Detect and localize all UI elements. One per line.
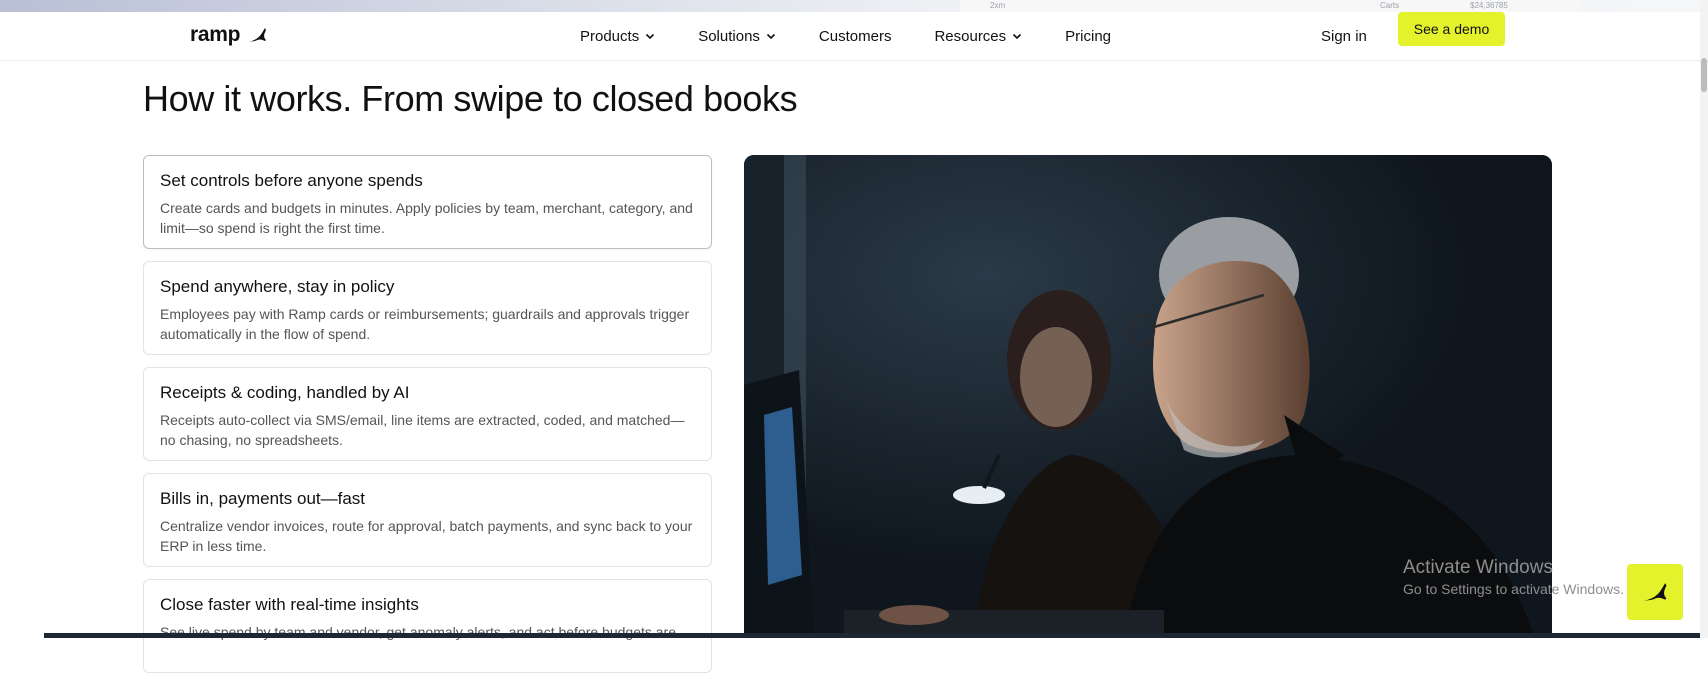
chart-label: $24,36785 [1470, 1, 1508, 10]
feature-card-bills[interactable]: Bills in, payments out—fast Centralize v… [143, 473, 712, 567]
chart-label: Carts [1380, 1, 1400, 10]
card-description: Centralize vendor invoices, route for ap… [160, 518, 693, 554]
nav-solutions[interactable]: Solutions [698, 28, 776, 45]
card-description: Receipts auto-collect via SMS/email, lin… [160, 412, 685, 448]
logo-text: ramp [190, 23, 241, 46]
chevron-down-icon [766, 33, 775, 40]
windows-activation-watermark: Activate Windows Go to Settings to activ… [1403, 556, 1624, 598]
ramp-chat-icon [1643, 583, 1667, 601]
nav-resources[interactable]: Resources [934, 28, 1022, 45]
see-demo-button[interactable]: See a demo [1398, 12, 1505, 46]
nav-customers[interactable]: Customers [819, 28, 892, 45]
nav-pricing[interactable]: Pricing [1065, 28, 1111, 45]
nav-products-label: Products [580, 27, 640, 45]
taskbar-edge [44, 633, 1700, 638]
watermark-title: Activate Windows [1403, 557, 1553, 578]
nav-pricing-label: Pricing [1065, 27, 1112, 45]
card-title: Close faster with real-time insights [160, 595, 419, 614]
section-title: How it works. From swipe to closed books [143, 78, 798, 119]
nav-customers-label: Customers [818, 27, 892, 45]
nav-products[interactable]: Products [580, 28, 655, 45]
card-description: See live spend by team and vendor, get a… [160, 624, 676, 640]
nav-resources-label: Resources [934, 27, 1007, 45]
scrollbar-thumb[interactable] [1701, 58, 1707, 92]
feature-card-controls[interactable]: Set controls before anyone spends Create… [143, 155, 712, 249]
watermark-subtitle: Go to Settings to activate Windows. [1403, 581, 1624, 597]
chevron-down-icon [646, 33, 655, 40]
card-description: Employees pay with Ramp cards or reimbur… [160, 306, 690, 342]
card-title: Set controls before anyone spends [160, 171, 423, 190]
chevron-down-icon [1013, 33, 1022, 40]
ramp-logo-icon [248, 28, 267, 42]
nav-links: Products Solutions Customers Resources P… [580, 12, 1154, 60]
card-description: Create cards and budgets in minutes. App… [160, 200, 693, 236]
chart-label: 2xm [990, 1, 1006, 10]
chat-widget-button[interactable] [1627, 564, 1683, 620]
ramp-logo[interactable]: ramp [190, 20, 268, 50]
feature-card-receipts[interactable]: Receipts & coding, handled by AI Receipt… [143, 367, 712, 461]
page-scrollbar[interactable] [1700, 0, 1708, 638]
top-navigation: ramp Products Solutions Customers Resour… [0, 12, 1700, 61]
feature-list: Set controls before anyone spends Create… [143, 155, 712, 685]
feature-card-insights[interactable]: Close faster with real-time insights See… [143, 579, 712, 673]
nav-solutions-label: Solutions [698, 27, 760, 45]
feature-card-spend[interactable]: Spend anywhere, stay in policy Employees… [143, 261, 712, 355]
sign-in-link[interactable]: Sign in [1321, 12, 1367, 60]
card-title: Bills in, payments out—fast [160, 489, 366, 508]
card-title: Receipts & coding, handled by AI [160, 383, 410, 402]
card-title: Spend anywhere, stay in policy [160, 277, 395, 296]
